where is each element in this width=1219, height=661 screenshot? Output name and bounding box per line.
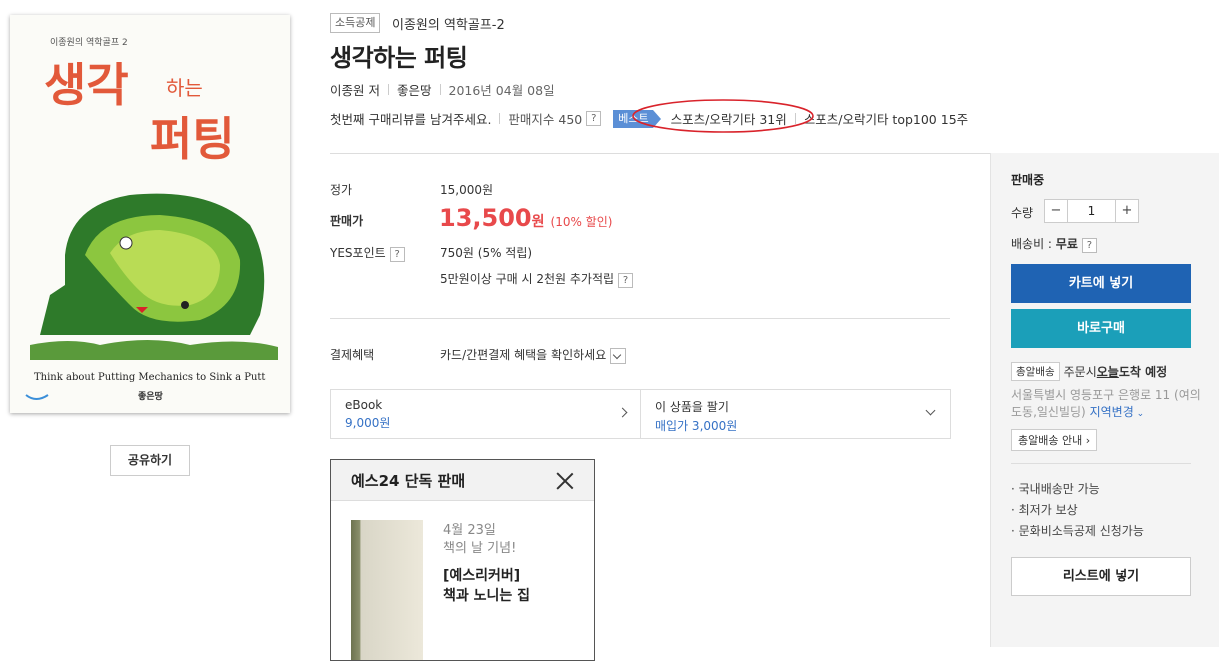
- ebook-sell-box: eBook 9,000원 이 상품을 팔기 매입가 3,000원: [330, 389, 951, 439]
- shipping-help-icon[interactable]: ?: [1081, 238, 1097, 253]
- sale-status: 판매중: [1011, 173, 1045, 187]
- shipping-label: 배송비 :: [1011, 237, 1056, 251]
- express-delivery-guide-button[interactable]: 총알배송 안내 ›: [1011, 429, 1098, 451]
- header-divider: [330, 153, 990, 154]
- express-delivery-badge: 총알배송: [1011, 362, 1060, 381]
- cover-subtitle: Think about Putting Mechanics to Sink a …: [34, 372, 265, 383]
- price-divider: [330, 318, 950, 319]
- list-price-label: 정가: [330, 183, 353, 197]
- delivery-text-pre: 주문시: [1063, 365, 1097, 379]
- sale-price-value: 13,500: [439, 204, 532, 232]
- note-item: · 국내배송만 가능: [1011, 482, 1100, 496]
- book-cover-art: 이종원의 역학골프 2 생각 하는 퍼팅 Think about Putting…: [10, 15, 290, 413]
- point-extra-help-icon[interactable]: ?: [618, 273, 634, 288]
- publisher-link[interactable]: 좋은땅: [397, 80, 432, 99]
- point-extra-row: 5만원이상 구매 시 2천원 추가적립?: [440, 270, 634, 288]
- close-icon[interactable]: [556, 472, 574, 490]
- cover-series-text: 이종원의 역학골프 2: [50, 37, 128, 48]
- note-item[interactable]: · 문화비소득공제 신청가능: [1011, 521, 1144, 542]
- ebook-label: eBook: [345, 398, 383, 412]
- region-change-link[interactable]: 지역변경: [1090, 405, 1134, 419]
- sales-index-help-icon[interactable]: ?: [586, 111, 602, 126]
- yes-point-value: 750원 (5% 적립): [440, 246, 533, 260]
- quantity-increase-button[interactable]: +: [1116, 200, 1138, 222]
- exclusive-popup-header: 예스24 단독 판매: [331, 460, 594, 501]
- shipping-fee: 배송비 : 무료?: [1011, 235, 1097, 253]
- cover-publisher-logo: 좋은땅: [138, 390, 164, 402]
- cover-title-1: 생각: [44, 58, 129, 112]
- exclusive-product-line1: [예스리커버]: [443, 568, 521, 584]
- author-info: 이종원 저 좋은땅 2016년 04월 08일: [330, 80, 555, 99]
- share-button[interactable]: 공유하기: [110, 445, 190, 476]
- sell-item-option[interactable]: 이 상품을 팔기 매입가 3,000원: [640, 390, 950, 438]
- sale-price: 13,500원 (10% 할인): [439, 204, 612, 232]
- payment-benefit-label: 결제혜택: [330, 348, 375, 362]
- quantity-label: 수량: [1011, 206, 1034, 220]
- note-item[interactable]: · 최저가 보상: [1011, 500, 1144, 521]
- separator: [439, 84, 441, 95]
- separator: [387, 84, 389, 95]
- sales-index: 판매지수 450: [508, 112, 583, 127]
- yes-point-help-icon[interactable]: ?: [389, 247, 405, 262]
- income-deduction-tag: 소득공제: [330, 13, 381, 33]
- exclusive-date: 4월 23일: [443, 523, 496, 538]
- sale-discount: (10% 할인): [550, 215, 613, 229]
- exclusive-product-link[interactable]: [예스리커버] 책과 노니는 집: [443, 566, 530, 606]
- exclusive-event: 책의 날 기념!: [443, 541, 517, 556]
- purchase-notes: · 국내배송만 가능 · 최저가 보상 · 문화비소득공제 신청가능: [1011, 479, 1144, 542]
- guide-label: 총알배송 안내: [1018, 434, 1083, 447]
- review-prompt-link[interactable]: 첫번째 구매리뷰를 남겨주세요.: [330, 109, 491, 128]
- buy-now-button[interactable]: 바로구매: [1011, 309, 1191, 348]
- cover-title-small: 하는: [166, 76, 203, 100]
- publish-date: 2016년 04월 08일: [448, 83, 555, 98]
- sell-item-label: 이 상품을 팔기: [655, 400, 729, 414]
- quantity-input[interactable]: 1: [1067, 200, 1116, 222]
- annotation-circle: [632, 99, 814, 133]
- ebook-price: 9,000원: [345, 416, 391, 430]
- exclusive-product-line2: 책과 노니는 집: [443, 588, 531, 604]
- delivery-address: 서울특별시 영등포구 은행로 11 (여의도동,일신빌딩) 지역변경 ⌄: [1011, 387, 1211, 423]
- series-title[interactable]: 이종원의 역학골프-2: [392, 14, 505, 33]
- payment-benefit-select[interactable]: 카드/간편결제 혜택을 확인하세요: [440, 346, 627, 364]
- separator: [499, 113, 501, 124]
- add-to-wishlist-button[interactable]: 리스트에 넣기: [1011, 557, 1191, 596]
- recover-book-thumbnail[interactable]: [351, 520, 423, 660]
- quantity-stepper: − 1 +: [1044, 199, 1139, 223]
- shipping-value: 무료: [1055, 237, 1078, 251]
- point-extra-text: 5만원이상 구매 시 2천원 추가적립: [440, 272, 615, 286]
- chevron-down-icon: ⌄: [1133, 409, 1145, 419]
- exclusive-popup-title: 예스24 단독 판매: [351, 472, 466, 490]
- best-top100[interactable]: 스포츠/오락기타 top100 15주: [804, 109, 968, 128]
- exclusive-sale-popup: 예스24 단독 판매 4월 23일 책의 날 기념! [예스리커버] 책과 노니…: [330, 459, 595, 661]
- purchase-panel: 판매중 수량 − 1 + 배송비 : 무료? 카트에 넣기 바로구매 총알배송 …: [990, 153, 1219, 647]
- exclusive-event-text: 4월 23일 책의 날 기념!: [443, 522, 516, 558]
- chevron-down-icon[interactable]: [610, 347, 627, 364]
- payment-benefit-text: 카드/간편결제 혜택을 확인하세요: [440, 348, 607, 362]
- add-to-cart-button[interactable]: 카트에 넣기: [1011, 264, 1191, 303]
- sell-item-price: 매입가 3,000원: [655, 419, 738, 433]
- ebook-option[interactable]: eBook 9,000원: [331, 390, 640, 438]
- author-link[interactable]: 이종원 저: [330, 80, 380, 99]
- product-title: 생각하는 퍼팅: [330, 44, 468, 72]
- point-label-row: YES포인트?: [330, 244, 405, 262]
- quantity-decrease-button[interactable]: −: [1045, 200, 1067, 222]
- delivery-estimate: 총알배송 주문시 오늘 도착 예정: [1011, 362, 1167, 381]
- sale-price-unit: 원: [531, 214, 545, 230]
- delivery-today: 오늘: [1096, 365, 1119, 379]
- list-price-value: 15,000원: [440, 183, 494, 197]
- cover-title-2: 퍼팅: [150, 112, 235, 166]
- delivery-text-post: 도착 예정: [1118, 365, 1168, 379]
- panel-divider: [1011, 463, 1191, 464]
- chevron-right-icon: ›: [1085, 434, 1091, 447]
- book-cover-image[interactable]: 이종원의 역학골프 2 생각 하는 퍼팅 Think about Putting…: [10, 15, 290, 413]
- yes-point-label: YES포인트: [330, 246, 386, 260]
- sale-price-label: 판매가: [330, 214, 364, 228]
